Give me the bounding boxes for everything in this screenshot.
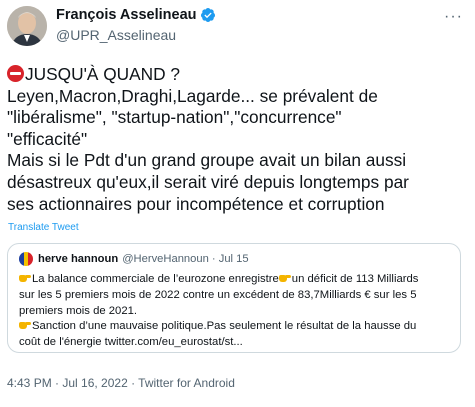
quoted-handle-date: @HerveHannoun · Jul 15 xyxy=(122,253,249,265)
tweet-text: JUSQU'À QUAND ? Leyen,Macron,Draghi,Laga… xyxy=(7,64,469,215)
quoted-line-text: La balance commerciale de l’eurozone enr… xyxy=(32,273,279,285)
quoted-tweet-header: herve hannoun @HerveHannoun · Jul 15 xyxy=(19,252,249,266)
quoted-tweet-text: La balance commerciale de l’eurozone enr… xyxy=(19,272,455,351)
translate-tweet-link[interactable]: Translate Tweet xyxy=(8,222,79,233)
quoted-line-4: Sanction d’une mauvaise politique.Pas se… xyxy=(19,319,455,335)
tweet-line-4: "efficacité" xyxy=(7,128,88,149)
quoted-line-3: premiers mois de 2021. xyxy=(19,304,138,317)
author-avatar[interactable] xyxy=(7,6,47,46)
tweet-line-3: "libéralisme", "startup-nation","concurr… xyxy=(7,107,342,128)
avatar-image xyxy=(7,6,47,46)
tweet-line-2: Leyen,Macron,Draghi,Lagarde... se préval… xyxy=(7,85,378,106)
verified-badge-icon xyxy=(200,8,215,22)
author-name-row: François Asselineau xyxy=(56,7,216,23)
pointing-hand-icon xyxy=(278,272,291,283)
tweet-timestamp[interactable]: 4:43 PM · Jul 16, 2022 · Twitter for And… xyxy=(7,376,235,390)
tweet-card: François Asselineau @UPR_Asselineau ··· … xyxy=(0,0,475,407)
pointing-hand-icon xyxy=(19,319,31,330)
quoted-line-text: Sanction d’une mauvaise politique.Pas se… xyxy=(32,320,417,333)
no-entry-icon xyxy=(7,65,24,82)
quoted-line-5: coût de l'énergie twitter.com/eu_eurosta… xyxy=(19,336,243,349)
tweet-line-7: ses actionnaires pour incompétence et co… xyxy=(7,193,385,214)
quoted-line-text: un déficit de 113 Milliards xyxy=(291,273,419,285)
pointing-hand-icon xyxy=(19,272,31,283)
quoted-tweet[interactable]: herve hannoun @HerveHannoun · Jul 15 La … xyxy=(7,243,461,353)
tweet-line-1: JUSQU'À QUAND ? xyxy=(7,64,469,86)
quoted-line-2: sur les 5 premiers mois de 2022 contre u… xyxy=(19,288,417,301)
quoted-display-name: herve hannoun xyxy=(38,253,119,265)
more-options-icon[interactable]: ··· xyxy=(444,9,463,25)
tweet-line-text: JUSQU'À QUAND ? xyxy=(25,64,181,84)
tweet-line-5: Mais si le Pdt d'un grand groupe avait u… xyxy=(7,150,407,171)
tweet-line-6: désastreux qu'eux,il serait viré depuis … xyxy=(7,171,409,192)
quoted-avatar-flag-icon xyxy=(19,252,33,266)
author-handle[interactable]: @UPR_Asselineau xyxy=(56,27,176,43)
author-display-name[interactable]: François Asselineau xyxy=(56,7,197,23)
quoted-line-1: La balance commerciale de l’eurozone enr… xyxy=(19,272,455,288)
